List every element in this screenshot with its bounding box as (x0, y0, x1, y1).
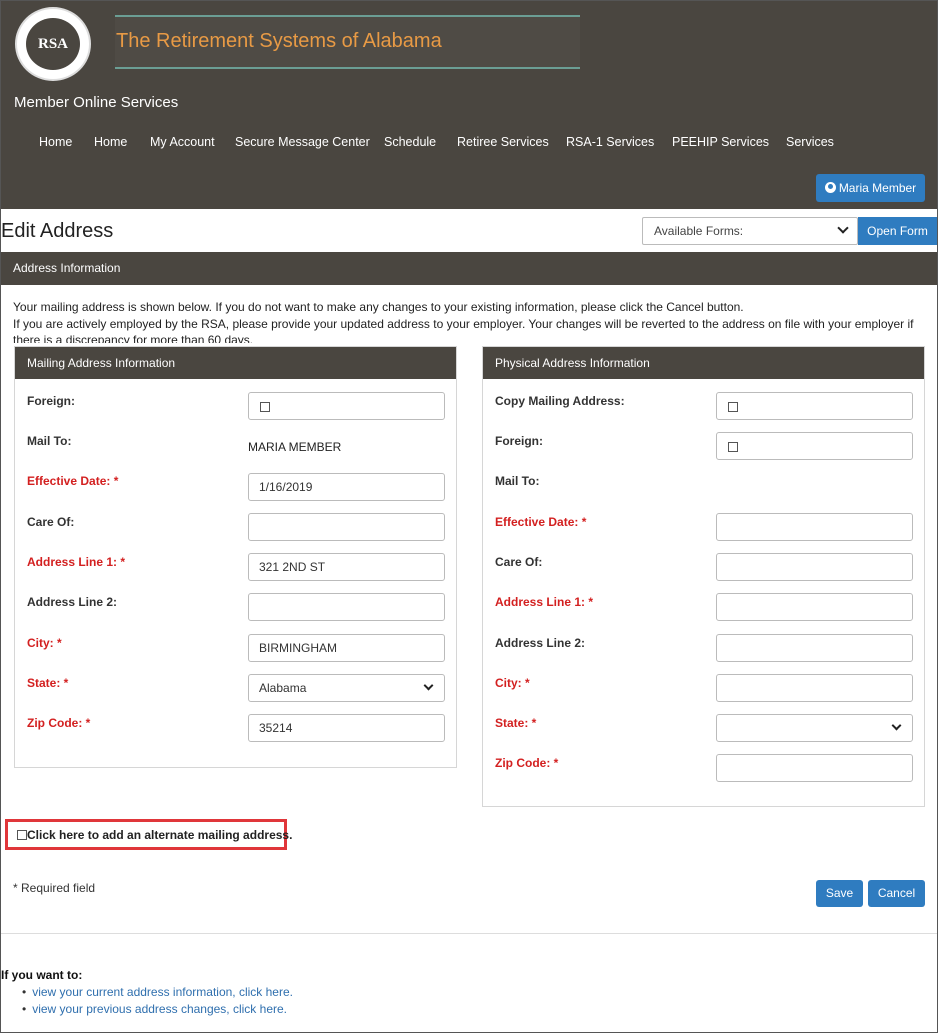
if-you-want-heading: If you want to: (1, 968, 83, 982)
physical-city-input[interactable] (716, 674, 913, 702)
mailing-panel-title: Mailing Address Information (15, 347, 456, 379)
mailing-foreign-field (248, 392, 445, 420)
physical-foreign-field (716, 432, 913, 460)
footer-links: • view your current address information, … (22, 985, 293, 1019)
page-title: Edit Address (1, 220, 114, 242)
physical-care-of-input[interactable] (716, 553, 913, 581)
site-subtitle: Member Online Services (14, 94, 179, 111)
alternate-address-highlight: Click here to add an alternate mailing a… (5, 819, 292, 850)
physical-effective-date-label: Effective Date: * (495, 515, 587, 529)
physical-address1-label: Address Line 1: * (495, 595, 594, 609)
available-forms-placeholder: Available Forms: (654, 224, 744, 238)
mailing-effective-date-label: Effective Date: * (27, 474, 119, 488)
mailing-address2-label: Address Line 2: (27, 595, 118, 609)
mailing-address1-label: Address Line 1: * (27, 555, 126, 569)
physical-copy-mailing-checkbox[interactable] (728, 402, 738, 412)
physical-panel-title: Physical Address Information (483, 347, 924, 379)
physical-state-select[interactable] (716, 714, 913, 742)
view-current-address-link[interactable]: view your current address information, c… (32, 985, 293, 999)
nav-peehip-services[interactable]: PEEHIP Services (672, 135, 769, 149)
footer-divider (1, 933, 937, 934)
nav-home-2[interactable]: Home (94, 135, 127, 149)
bullet-icon: • (22, 1002, 27, 1016)
rsa-logo[interactable]: RSA (15, 7, 91, 81)
view-previous-changes-link[interactable]: view your previous address changes, clic… (32, 1002, 287, 1016)
mailing-care-of-input[interactable] (248, 513, 445, 541)
physical-zip-input[interactable] (716, 754, 913, 782)
chevron-down-icon (423, 680, 434, 691)
address-instructions: Your mailing address is shown below. If … (13, 299, 925, 343)
mailing-zip-input[interactable]: 35214 (248, 714, 445, 742)
instructions-line-1: Your mailing address is shown below. If … (13, 300, 744, 314)
physical-effective-date-input[interactable] (716, 513, 913, 541)
physical-zip-label: Zip Code: * (495, 756, 559, 770)
physical-mail-to-label: Mail To: (495, 474, 540, 488)
address-information-header: Address Information (1, 252, 937, 285)
required-field-note: * Required field (13, 881, 96, 895)
physical-address1-input[interactable] (716, 593, 913, 621)
list-item: • view your current address information, … (22, 985, 293, 1002)
physical-address-panel: Physical Address Information Copy Mailin… (482, 346, 925, 807)
mailing-care-of-label: Care Of: (27, 515, 75, 529)
user-menu-button[interactable]: Maria Member (816, 174, 925, 202)
nav-schedule[interactable]: Schedule (384, 135, 436, 149)
mailing-effective-date-input[interactable]: 1/16/2019 (248, 473, 445, 501)
nav-home[interactable]: Home (39, 135, 72, 149)
alternate-address-label[interactable]: Click here to add an alternate mailing a… (27, 828, 292, 842)
open-form-button[interactable]: Open Form (858, 217, 937, 245)
nav-rsa1-services[interactable]: RSA-1 Services (566, 135, 654, 149)
mailing-foreign-checkbox[interactable] (260, 402, 270, 412)
nav-retiree-services[interactable]: Retiree Services (457, 135, 549, 149)
site-header: RSA The Retirement Systems of Alabama Me… (1, 1, 937, 209)
main-nav: Home Home My Account Secure Message Cent… (1, 135, 937, 155)
site-title-band: The Retirement Systems of Alabama (115, 15, 580, 69)
mailing-address-panel: Mailing Address Information Foreign: Mai… (14, 346, 457, 768)
mailing-mail-to-value: MARIA MEMBER (248, 440, 342, 454)
mailing-city-label: City: * (27, 636, 62, 650)
instructions-line-2: If you are actively employed by the RSA,… (13, 316, 914, 344)
mailing-foreign-label: Foreign: (27, 394, 75, 408)
cancel-button[interactable]: Cancel (868, 880, 925, 907)
nav-my-account[interactable]: My Account (150, 135, 215, 149)
mailing-state-label: State: * (27, 676, 69, 690)
physical-care-of-label: Care Of: (495, 555, 543, 569)
physical-state-label: State: * (495, 716, 537, 730)
mailing-zip-label: Zip Code: * (27, 716, 91, 730)
nav-secure-message-center[interactable]: Secure Message Center (235, 135, 370, 149)
mailing-address2-input[interactable] (248, 593, 445, 621)
physical-foreign-checkbox[interactable] (728, 442, 738, 452)
physical-copy-mailing-label: Copy Mailing Address: (495, 394, 625, 408)
alternate-address-checkbox[interactable] (17, 830, 27, 840)
mailing-state-select[interactable]: Alabama (248, 674, 445, 702)
bullet-icon: • (22, 985, 27, 999)
user-circle-icon (824, 182, 836, 193)
chevron-down-icon (837, 222, 849, 234)
physical-copy-mailing-field (716, 392, 913, 420)
mailing-state-value: Alabama (259, 681, 307, 695)
rsa-logo-text: RSA (26, 18, 80, 70)
list-item: • view your previous address changes, cli… (22, 1002, 293, 1019)
nav-services[interactable]: Services (786, 135, 834, 149)
site-title: The Retirement Systems of Alabama (116, 30, 442, 52)
user-name: Maria Member (838, 181, 917, 195)
save-button[interactable]: Save (816, 880, 863, 907)
chevron-down-icon (891, 720, 902, 731)
physical-address2-label: Address Line 2: (495, 636, 586, 650)
physical-address2-input[interactable] (716, 634, 913, 662)
physical-foreign-label: Foreign: (495, 434, 543, 448)
mailing-city-input[interactable]: BIRMINGHAM (248, 634, 445, 662)
available-forms-select[interactable]: Available Forms: (642, 217, 858, 245)
physical-city-label: City: * (495, 676, 530, 690)
mailing-address1-input[interactable]: 321 2ND ST (248, 553, 445, 581)
mailing-mail-to-label: Mail To: (27, 434, 72, 448)
